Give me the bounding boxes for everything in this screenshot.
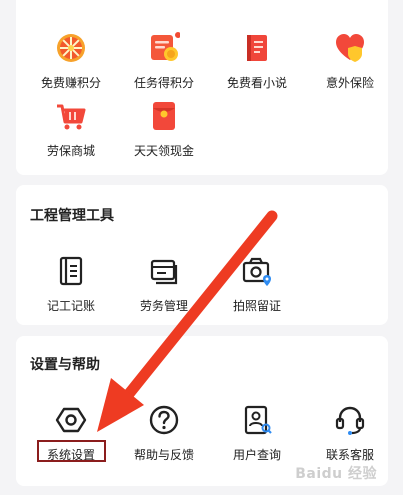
task-points-item[interactable]: 任务得积分	[119, 32, 209, 91]
system-settings-item[interactable]: 系统设置	[26, 404, 116, 463]
rewards-card: 免费赚积分 任务得积分 免费看小说 意外保险 劳保商城 天天领现金	[16, 0, 388, 175]
customer-service-item[interactable]: 联系客服	[305, 404, 395, 463]
work-ledger-item[interactable]: 记工记账	[26, 255, 116, 314]
help-feedback-item[interactable]: 帮助与反馈	[119, 404, 209, 463]
item-label: 拍照留证	[232, 299, 281, 313]
shopping-basket-icon	[57, 104, 86, 130]
photo-evidence-item[interactable]: 拍照留证	[212, 255, 302, 314]
item-label: 用户查询	[232, 448, 281, 462]
ledger-icon	[59, 256, 83, 286]
engineering-tools-card: 工程管理工具 记工记账 劳务管理 拍照留证	[16, 185, 388, 325]
item-label: 劳务管理	[139, 299, 188, 313]
item-label: 联系客服	[325, 448, 374, 462]
daily-cash-item[interactable]: 天天领现金	[119, 100, 209, 159]
book-icon	[247, 35, 267, 61]
section-title: 设置与帮助	[30, 357, 100, 373]
labor-mall-item[interactable]: 劳保商城	[26, 100, 116, 159]
item-label: 免费看小说	[226, 76, 287, 90]
question-icon	[149, 405, 179, 435]
section-title: 工程管理工具	[30, 208, 114, 224]
item-label: 帮助与反馈	[133, 448, 194, 462]
item-label: 劳保商城	[46, 144, 95, 158]
earn-points-item[interactable]: 免费赚积分	[26, 32, 116, 91]
hexagon-settings-icon	[55, 407, 87, 433]
wheel-icon	[57, 34, 85, 62]
item-label: 任务得积分	[133, 76, 194, 90]
labor-management-item[interactable]: 劳务管理	[119, 255, 209, 314]
user-search-icon	[244, 405, 272, 435]
accident-insurance-item[interactable]: 意外保险	[305, 32, 395, 91]
item-label: 天天领现金	[133, 144, 194, 158]
camera-location-icon	[242, 257, 271, 286]
heart-shield-icon	[336, 34, 364, 62]
watermark: Baidu 经验	[295, 466, 377, 482]
item-label: 系统设置	[46, 448, 95, 462]
user-query-item[interactable]: 用户查询	[212, 404, 302, 463]
task-coin-icon	[151, 32, 180, 61]
item-label: 意外保险	[325, 76, 374, 90]
item-label: 免费赚积分	[40, 76, 101, 90]
item-label: 记工记账	[46, 299, 95, 313]
free-novels-item[interactable]: 免费看小说	[212, 32, 302, 91]
card-stack-icon	[150, 259, 178, 285]
headset-icon	[335, 406, 365, 435]
red-envelope-icon	[153, 102, 175, 130]
